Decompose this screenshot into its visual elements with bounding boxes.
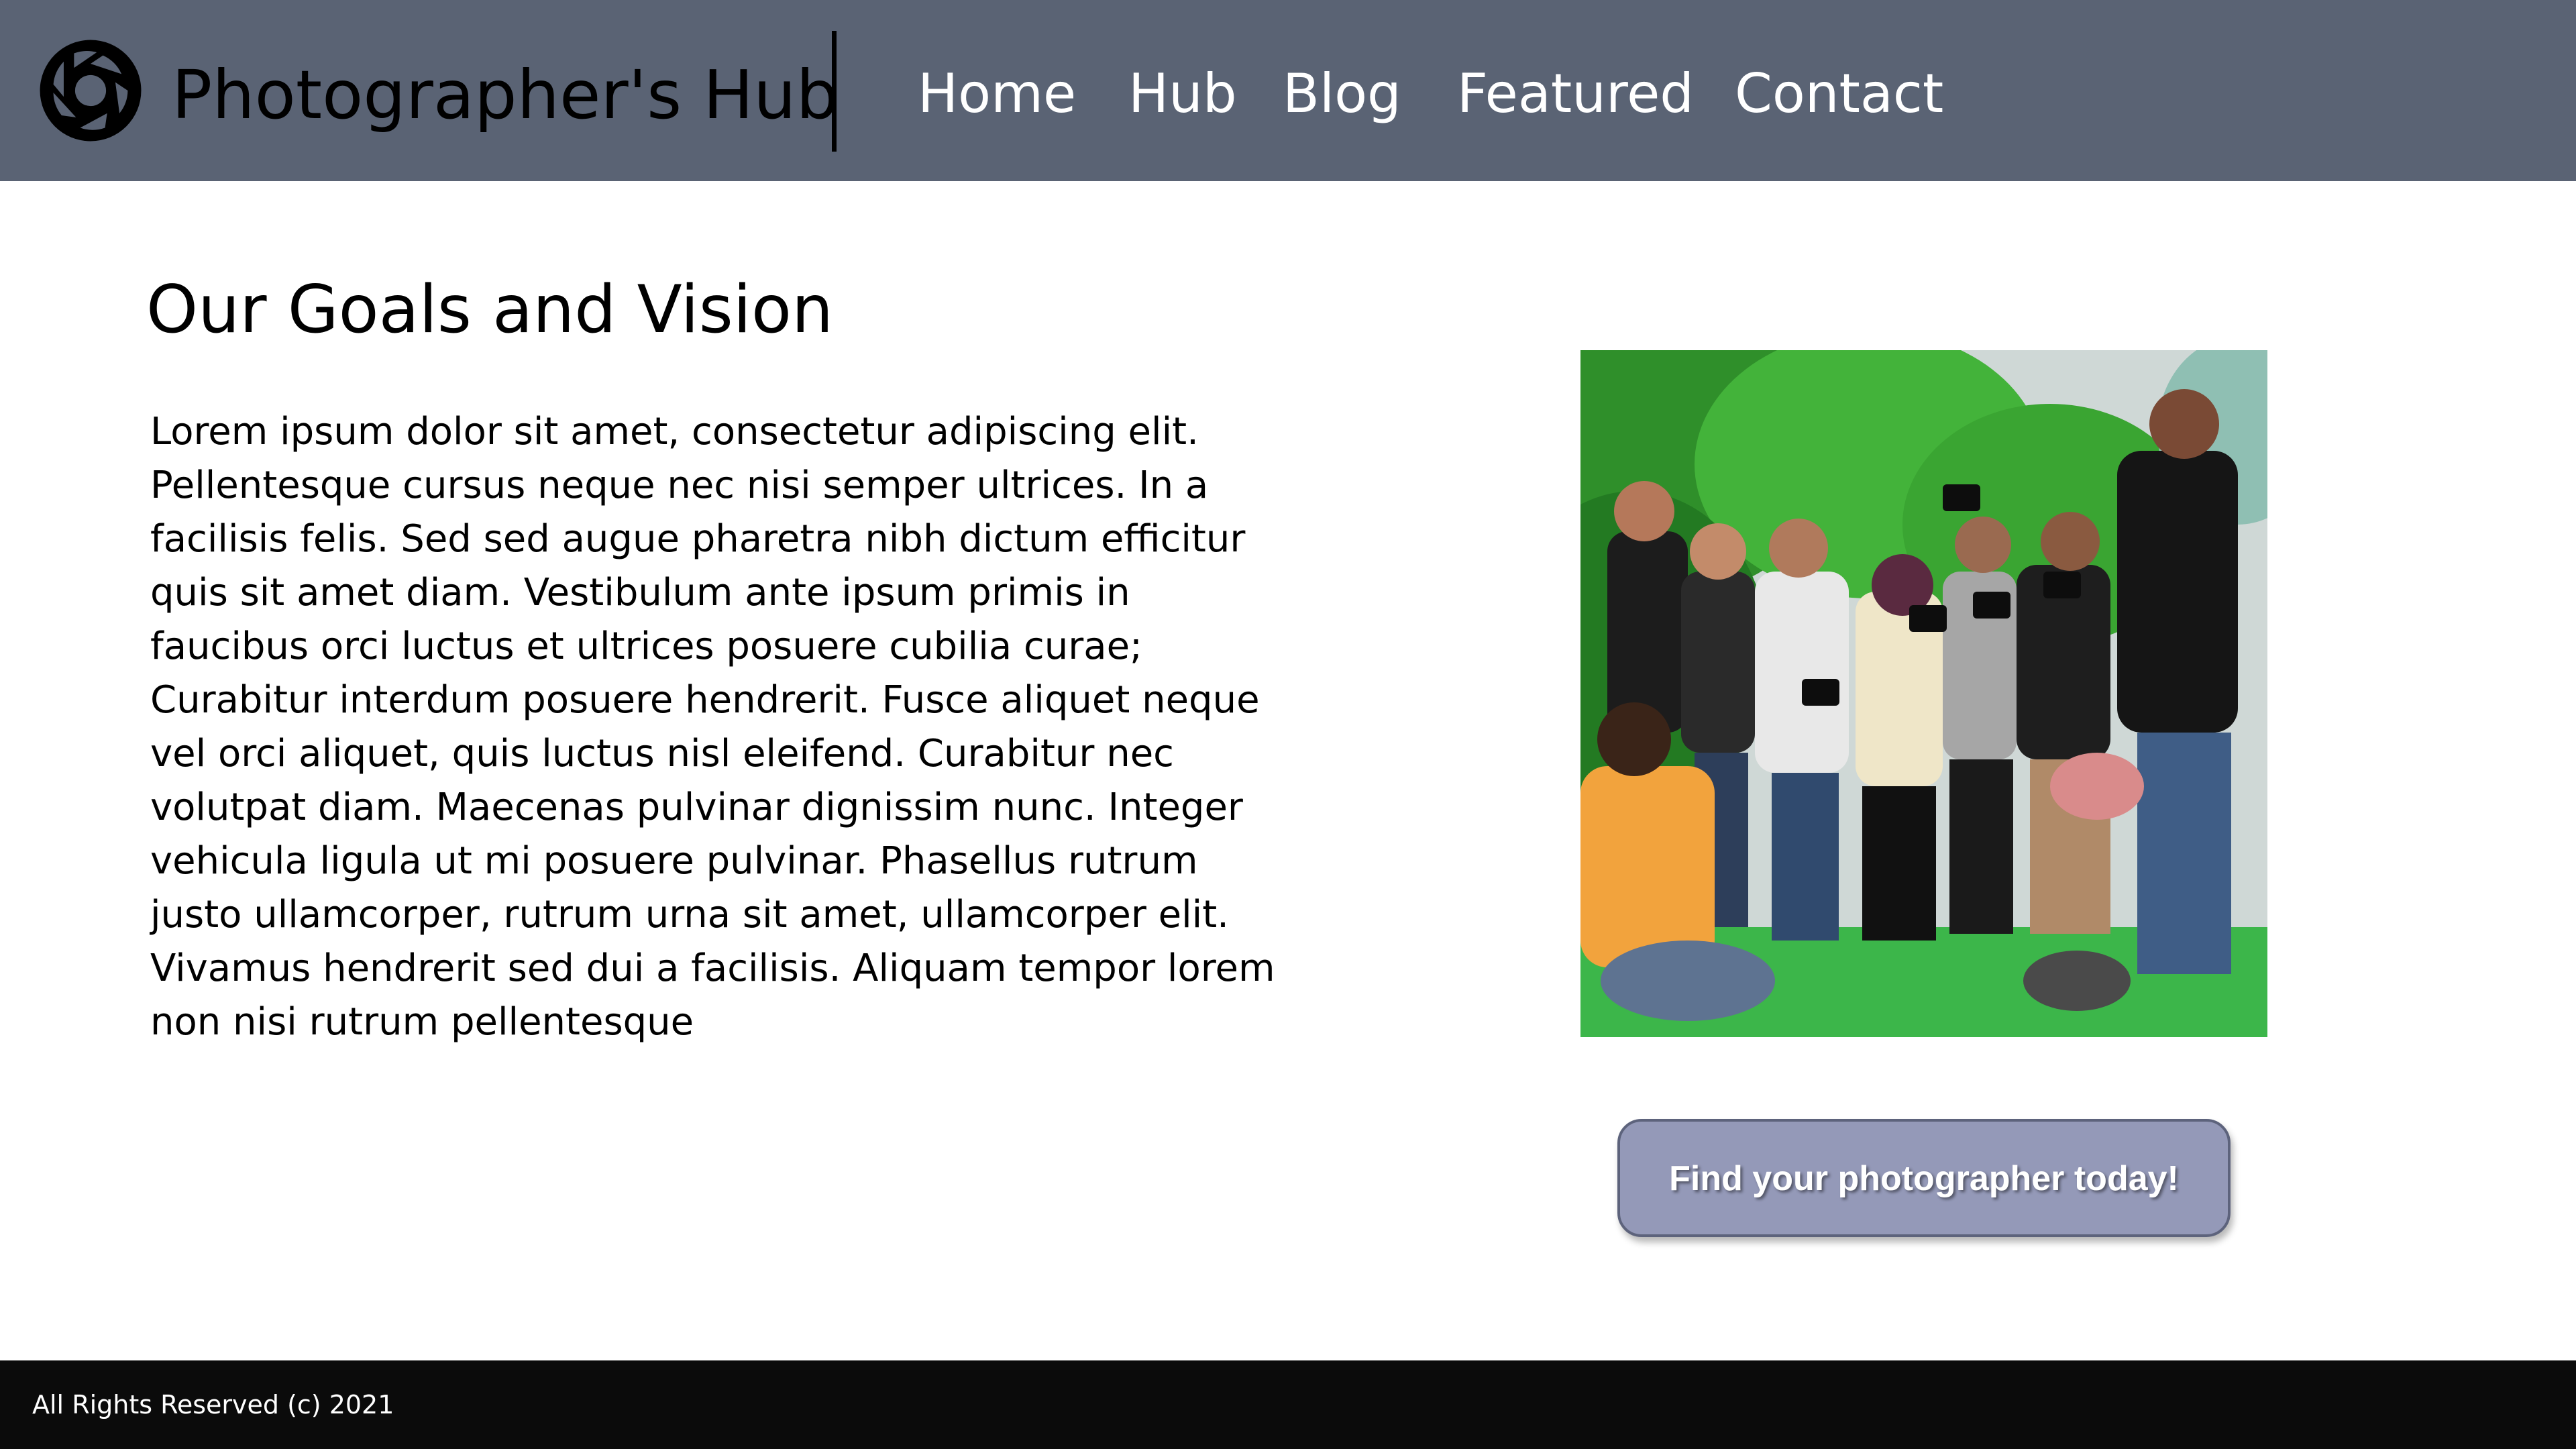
page: Photographer's Hub Home Hub Blog Feature…	[0, 0, 2576, 1449]
header-divider	[832, 31, 837, 152]
section-heading: Our Goals and Vision	[146, 272, 834, 348]
footer: All Rights Reserved (c) 2021	[0, 1360, 2576, 1449]
nav-link-featured[interactable]: Featured	[1457, 60, 1694, 127]
top-navigation-bar: Photographer's Hub Home Hub Blog Feature…	[0, 0, 2576, 181]
photographers-group-photo	[1580, 350, 2267, 1037]
find-photographer-button[interactable]: Find your photographer today!	[1617, 1119, 2231, 1237]
copyright-text: All Rights Reserved (c) 2021	[32, 1390, 394, 1419]
nav-link-blog[interactable]: Blog	[1283, 60, 1401, 127]
nav-link-contact[interactable]: Contact	[1735, 60, 1943, 127]
camera-aperture-icon[interactable]	[39, 39, 142, 142]
photo-illustration	[1580, 350, 2267, 1037]
vision-paragraph: Lorem ipsum dolor sit amet, consectetur …	[150, 410, 1275, 1044]
nav-link-home[interactable]: Home	[918, 60, 1076, 127]
nav-link-hub[interactable]: Hub	[1128, 60, 1237, 127]
brand-title[interactable]: Photographer's Hub	[172, 55, 839, 136]
